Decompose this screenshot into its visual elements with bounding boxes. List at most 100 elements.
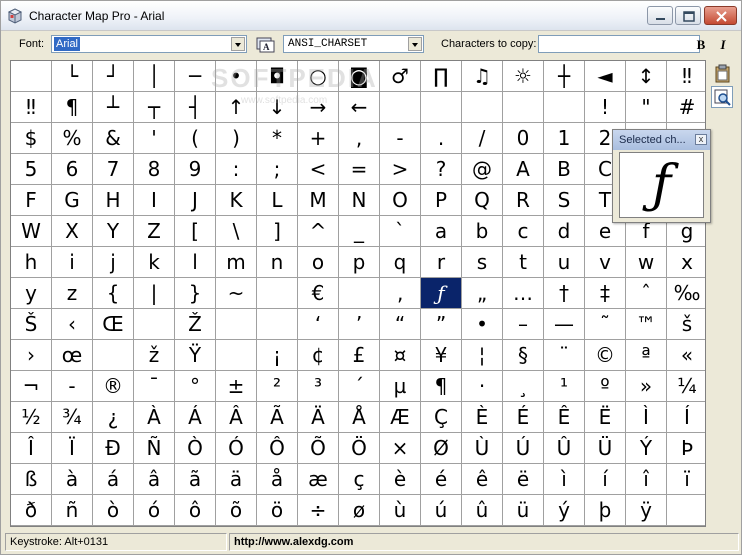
char-cell[interactable]: q [380, 247, 421, 278]
char-cell[interactable]: [ [175, 216, 216, 247]
char-cell[interactable]: û [462, 495, 503, 526]
char-cell[interactable]: Š [11, 309, 52, 340]
char-cell[interactable]: Õ [298, 433, 339, 464]
char-cell[interactable]: › [11, 340, 52, 371]
char-cell[interactable]: Ô [257, 433, 298, 464]
char-cell[interactable]: L [257, 185, 298, 216]
char-cell[interactable]: ¦ [462, 340, 503, 371]
char-cell[interactable]: Ÿ [175, 340, 216, 371]
char-cell[interactable]: Y [93, 216, 134, 247]
char-cell[interactable]: Ý [626, 433, 667, 464]
char-cell[interactable]: ™ [626, 309, 667, 340]
char-cell[interactable]: ┼ [544, 61, 585, 92]
char-cell[interactable]: Ù [462, 433, 503, 464]
char-cell[interactable]: Û [544, 433, 585, 464]
char-cell[interactable]: G [52, 185, 93, 216]
char-cell[interactable] [216, 340, 257, 371]
char-cell[interactable]: É [503, 402, 544, 433]
char-cell[interactable]: ø [339, 495, 380, 526]
char-cell[interactable]: ^ [298, 216, 339, 247]
char-cell[interactable]: p [339, 247, 380, 278]
char-cell[interactable]: ì [544, 464, 585, 495]
char-cell[interactable]: ´ [339, 371, 380, 402]
char-cell[interactable]: Á [175, 402, 216, 433]
close-button[interactable] [704, 6, 737, 25]
char-cell[interactable]: ( [175, 123, 216, 154]
char-cell[interactable]: ? [421, 154, 462, 185]
char-cell[interactable]: õ [216, 495, 257, 526]
char-cell[interactable]: ¾ [52, 402, 93, 433]
char-cell[interactable]: ¹ [544, 371, 585, 402]
char-cell[interactable]: ○ [298, 61, 339, 92]
char-cell[interactable]: ˆ [626, 278, 667, 309]
close-icon[interactable]: x [695, 134, 707, 145]
char-cell[interactable]: / [462, 123, 503, 154]
char-cell[interactable]: + [298, 123, 339, 154]
char-cell[interactable]: ┴ [93, 92, 134, 123]
char-cell[interactable]: ! [585, 92, 626, 123]
char-cell[interactable]: │ [134, 61, 175, 92]
website-link[interactable]: http://www.alexdg.com [229, 533, 739, 551]
char-cell[interactable]: ž [134, 340, 175, 371]
char-cell[interactable]: ‡ [585, 278, 626, 309]
char-cell[interactable]: ¡ [257, 340, 298, 371]
char-cell[interactable]: m [216, 247, 257, 278]
char-cell[interactable]: — [544, 309, 585, 340]
char-cell[interactable]: ï [667, 464, 705, 495]
char-cell[interactable]: ª [626, 340, 667, 371]
char-cell[interactable]: ◘ [257, 61, 298, 92]
char-cell[interactable]: 5 [11, 154, 52, 185]
char-cell[interactable]: ◙ [339, 61, 380, 92]
char-cell[interactable]: Ë [585, 402, 626, 433]
char-cell[interactable]: - [380, 123, 421, 154]
char-cell[interactable]: h [11, 247, 52, 278]
char-cell[interactable]: o [298, 247, 339, 278]
char-cell[interactable]: @ [462, 154, 503, 185]
char-cell[interactable]: * [257, 123, 298, 154]
char-cell[interactable]: ñ [52, 495, 93, 526]
char-cell[interactable]: X [52, 216, 93, 247]
char-cell[interactable]: » [626, 371, 667, 402]
char-cell[interactable]: Ñ [134, 433, 175, 464]
char-cell[interactable]: ö [257, 495, 298, 526]
char-cell[interactable]: ½ [11, 402, 52, 433]
char-cell[interactable]: Æ [380, 402, 421, 433]
char-cell[interactable]: š [667, 309, 705, 340]
char-cell[interactable]: ô [175, 495, 216, 526]
char-cell[interactable]: ˜ [585, 309, 626, 340]
char-cell[interactable]: € [298, 278, 339, 309]
char-cell[interactable]: ” [421, 309, 462, 340]
char-cell[interactable]: { [93, 278, 134, 309]
char-cell[interactable]: ¢ [298, 340, 339, 371]
char-cell[interactable] [503, 92, 544, 123]
char-cell[interactable]: ☼ [503, 61, 544, 92]
char-cell[interactable]: x [667, 247, 705, 278]
char-cell[interactable]: Ø [421, 433, 462, 464]
char-cell[interactable]: è [380, 464, 421, 495]
char-cell[interactable]: Ö [339, 433, 380, 464]
char-cell[interactable]: 1 [544, 123, 585, 154]
char-cell[interactable]: ® [93, 371, 134, 402]
char-cell[interactable]: u [544, 247, 585, 278]
char-cell[interactable]: Ä [298, 402, 339, 433]
char-cell[interactable]: → [298, 92, 339, 123]
char-cell[interactable]: ° [175, 371, 216, 402]
char-cell[interactable]: Ú [503, 433, 544, 464]
char-cell[interactable]: à [52, 464, 93, 495]
char-cell[interactable]: å [257, 464, 298, 495]
char-cell[interactable]: þ [585, 495, 626, 526]
char-cell[interactable]: O [380, 185, 421, 216]
char-cell[interactable]: $ [11, 123, 52, 154]
char-cell[interactable]: é [421, 464, 462, 495]
char-cell[interactable]: i [52, 247, 93, 278]
char-cell[interactable] [134, 309, 175, 340]
char-cell[interactable]: v [585, 247, 626, 278]
char-cell[interactable]: ♂ [380, 61, 421, 92]
char-cell[interactable]: l [175, 247, 216, 278]
char-cell[interactable]: ¥ [421, 340, 462, 371]
char-cell[interactable]: £ [339, 340, 380, 371]
char-cell[interactable]: Ã [257, 402, 298, 433]
char-cell[interactable]: Þ [667, 433, 705, 464]
char-cell[interactable]: ò [93, 495, 134, 526]
char-cell[interactable]: # [667, 92, 705, 123]
